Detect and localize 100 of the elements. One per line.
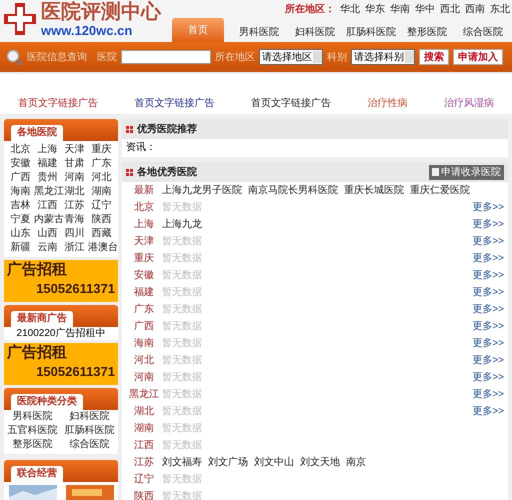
- city-link[interactable]: 海南: [7, 185, 34, 199]
- region-name[interactable]: 上海: [126, 217, 162, 232]
- region-name[interactable]: 湖南: [126, 421, 162, 436]
- city-link[interactable]: 甘肃: [61, 157, 88, 171]
- region-name[interactable]: 天津: [126, 234, 162, 249]
- search-button[interactable]: 申请加入: [453, 49, 503, 65]
- region-name[interactable]: 河南: [126, 370, 162, 385]
- ad-banner[interactable]: 广告招租 15052611371: [4, 343, 118, 385]
- ad-link[interactable]: 首页文字链接广告: [134, 96, 215, 111]
- city-link[interactable]: 浙江: [61, 241, 88, 255]
- city-link[interactable]: 山东: [7, 227, 34, 241]
- region-name[interactable]: 福建: [126, 285, 162, 300]
- ad-link[interactable]: 治疗性病: [367, 96, 408, 111]
- region-name[interactable]: 最新: [126, 183, 162, 198]
- category-link[interactable]: 男科医院: [4, 410, 61, 424]
- ad-link[interactable]: 首页文字链接广告: [18, 96, 98, 111]
- hospital-link[interactable]: 重庆仁爱医院: [410, 183, 470, 198]
- city-link[interactable]: 天津: [61, 143, 88, 157]
- city-link[interactable]: 河南: [61, 171, 88, 185]
- more-link[interactable]: 更多>>: [472, 251, 504, 266]
- more-link[interactable]: 更多>>: [472, 234, 504, 249]
- city-link[interactable]: 江西: [34, 199, 61, 213]
- city-link[interactable]: 新疆: [7, 241, 34, 255]
- city-link[interactable]: 北京: [7, 143, 34, 157]
- region-link[interactable]: 东北: [490, 2, 510, 17]
- city-link[interactable]: 河北: [88, 171, 115, 185]
- hospital-link[interactable]: 上海九龙男子医院: [162, 183, 242, 198]
- ad-link[interactable]: 首页文字链接广告: [250, 96, 331, 111]
- more-link[interactable]: 更多>>: [472, 200, 504, 215]
- hospital-link[interactable]: 重庆长城医院: [344, 183, 404, 198]
- region-name[interactable]: 河北: [126, 353, 162, 368]
- city-link[interactable]: 福建: [34, 157, 61, 171]
- more-link[interactable]: 更多>>: [472, 217, 504, 232]
- city-link[interactable]: 贵州: [34, 171, 61, 185]
- city-link[interactable]: 西藏: [88, 227, 115, 241]
- region-name[interactable]: 江苏: [126, 455, 162, 470]
- nav-tab[interactable]: 男科医院: [232, 22, 286, 42]
- city-link[interactable]: 辽宁: [88, 199, 115, 213]
- hospital-link[interactable]: 上海九龙: [162, 217, 202, 232]
- hospital-link[interactable]: 刘文福寿: [162, 455, 202, 470]
- region-name[interactable]: 海南: [126, 336, 162, 351]
- city-link[interactable]: 吉林: [7, 199, 34, 213]
- region-link[interactable]: 华中: [415, 2, 435, 17]
- hospital-link[interactable]: 南京马院长男科医院: [248, 183, 338, 198]
- hospital-link[interactable]: 刘文广场: [208, 455, 248, 470]
- more-link[interactable]: 更多>>: [472, 336, 504, 351]
- apply-button[interactable]: 申请收录医院: [429, 164, 504, 180]
- city-link[interactable]: 云南: [34, 241, 61, 255]
- category-link[interactable]: 整形医院: [4, 438, 61, 452]
- city-link[interactable]: 安徽: [7, 157, 34, 171]
- region-name[interactable]: 陕西: [126, 489, 162, 500]
- city-link[interactable]: 上海: [34, 143, 61, 157]
- city-link[interactable]: 山西: [34, 227, 61, 241]
- region-name[interactable]: 湖北: [126, 404, 162, 419]
- city-link[interactable]: 湖南: [88, 185, 115, 199]
- more-link[interactable]: 更多>>: [472, 302, 504, 317]
- category-link[interactable]: 肛肠科医院: [61, 424, 118, 438]
- city-link[interactable]: 广东: [88, 157, 115, 171]
- region-link[interactable]: 华北: [340, 2, 360, 17]
- region-name[interactable]: 江西: [126, 438, 162, 453]
- nav-tab[interactable]: 肛肠科医院: [344, 22, 398, 42]
- region-name[interactable]: 黑龙江: [126, 387, 162, 402]
- logo-url[interactable]: www.120wc.cn: [41, 23, 161, 38]
- city-link[interactable]: 港澳台: [88, 241, 115, 255]
- city-link[interactable]: 江苏: [61, 199, 88, 213]
- more-link[interactable]: 更多>>: [472, 353, 504, 368]
- ad-link[interactable]: 治疗风湿病: [444, 96, 494, 111]
- region-link[interactable]: 西北: [440, 2, 460, 17]
- nav-tab[interactable]: 妇科医院: [288, 22, 342, 42]
- more-link[interactable]: 更多>>: [472, 319, 504, 334]
- city-link[interactable]: 重庆: [88, 143, 115, 157]
- area-select[interactable]: 请选择地区: [259, 49, 323, 65]
- region-name[interactable]: 广西: [126, 319, 162, 334]
- ad-banner[interactable]: 广告招租 15052611371: [4, 260, 118, 302]
- more-link[interactable]: 更多>>: [472, 387, 504, 402]
- dept-select[interactable]: 请选择科别: [351, 49, 415, 65]
- nav-tab[interactable]: 综合医院: [456, 22, 510, 42]
- region-name[interactable]: 北京: [126, 200, 162, 215]
- hospital-link[interactable]: 刘文中山: [254, 455, 294, 470]
- region-name[interactable]: 重庆: [126, 251, 162, 266]
- nav-tab[interactable]: 整形医院: [400, 22, 454, 42]
- more-link[interactable]: 更多>>: [472, 268, 504, 283]
- more-link[interactable]: 更多>>: [472, 404, 504, 419]
- city-link[interactable]: 四川: [61, 227, 88, 241]
- hospital-link[interactable]: 刘文天地: [300, 455, 340, 470]
- region-name[interactable]: 辽宁: [126, 472, 162, 487]
- city-link[interactable]: 广西: [7, 171, 34, 185]
- category-link[interactable]: 妇科医院: [61, 410, 118, 424]
- hospital-link[interactable]: 南京: [346, 455, 366, 470]
- region-name[interactable]: 安徽: [126, 268, 162, 283]
- region-link[interactable]: 华南: [390, 2, 410, 17]
- region-link[interactable]: 西南: [465, 2, 485, 17]
- category-link[interactable]: 五官科医院: [4, 424, 61, 438]
- region-name[interactable]: 广东: [126, 302, 162, 317]
- search-button[interactable]: 搜索: [419, 49, 449, 65]
- city-link[interactable]: 宁夏: [7, 213, 34, 227]
- city-link[interactable]: 陕西: [88, 213, 115, 227]
- more-link[interactable]: 更多>>: [472, 370, 504, 385]
- category-link[interactable]: 综合医院: [61, 438, 118, 452]
- more-link[interactable]: 更多>>: [472, 285, 504, 300]
